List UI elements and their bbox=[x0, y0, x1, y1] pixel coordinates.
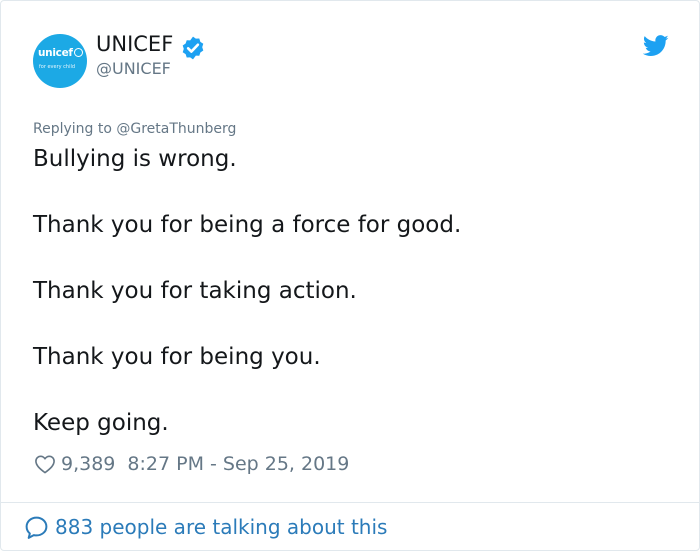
globe-icon bbox=[73, 48, 83, 57]
avatar-logo: unicef bbox=[38, 47, 83, 59]
display-name[interactable]: UNICEF bbox=[96, 32, 173, 56]
conversation-link[interactable]: 883 people are talking about this bbox=[24, 513, 387, 541]
avatar-tagline: for every child bbox=[39, 64, 76, 70]
user-handle[interactable]: @UNICEF bbox=[96, 59, 171, 78]
twitter-bird-icon[interactable] bbox=[643, 35, 669, 57]
avatar[interactable]: unicef for every child bbox=[33, 34, 87, 88]
divider bbox=[1, 502, 699, 503]
tweet-text-line-3: Thank you for taking action. bbox=[33, 278, 357, 304]
tweet-card: unicef for every child UNICEF @UNICEF Re… bbox=[0, 0, 700, 551]
speech-bubble-icon bbox=[25, 516, 48, 539]
tweet-timestamp[interactable]: 8:27 PM - Sep 25, 2019 bbox=[127, 453, 349, 475]
tweet-text-line-2: Thank you for being a force for good. bbox=[33, 212, 462, 238]
tweet-text-line-4: Thank you for being you. bbox=[33, 344, 321, 370]
tweet-meta: 9,389 8:27 PM - Sep 25, 2019 bbox=[34, 451, 349, 477]
tweet-text-line-5: Keep going. bbox=[33, 410, 169, 436]
heart-icon[interactable] bbox=[34, 454, 56, 474]
like-count[interactable]: 9,389 bbox=[61, 453, 115, 475]
replying-to-link[interactable]: Replying to @GretaThunberg bbox=[33, 121, 236, 137]
verified-badge-icon bbox=[182, 36, 204, 60]
tweet-text-line-1: Bullying is wrong. bbox=[33, 146, 237, 172]
conversation-count[interactable]: 883 people are talking about this bbox=[55, 515, 387, 539]
